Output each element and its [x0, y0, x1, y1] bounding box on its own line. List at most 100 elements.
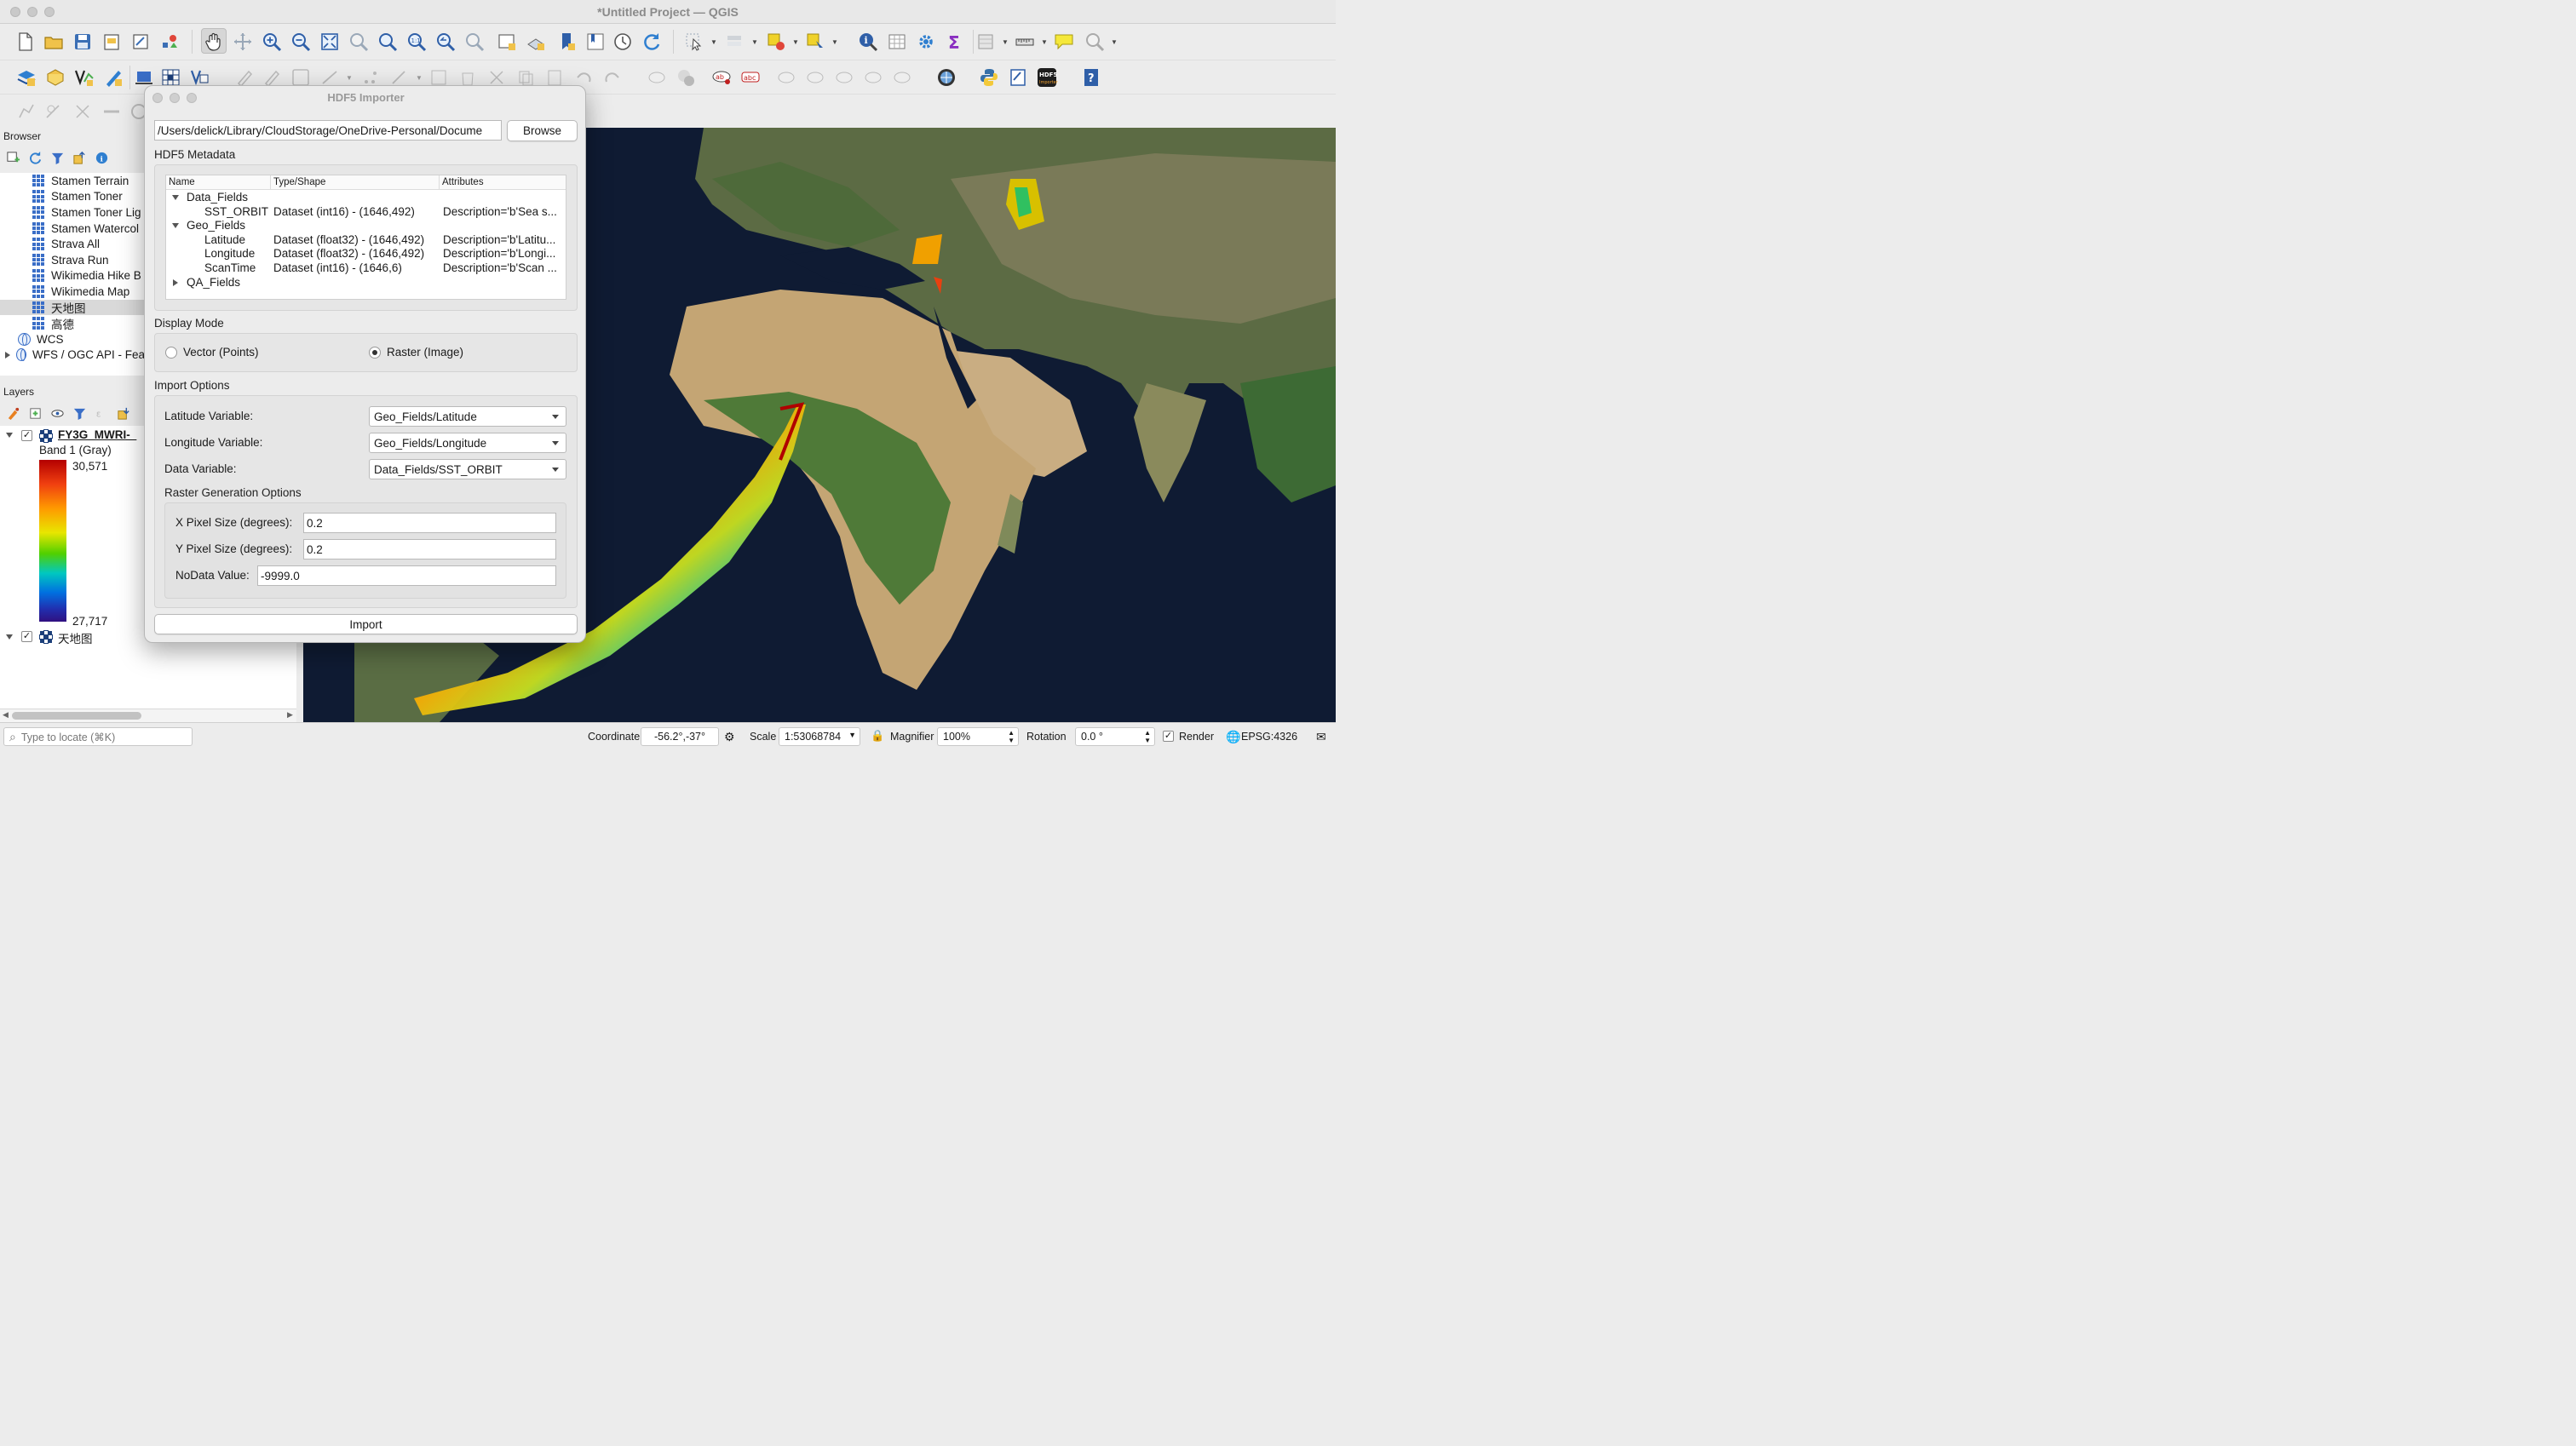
layer-visibility-checkbox[interactable]: ✓: [21, 430, 32, 441]
nodata-value-input[interactable]: -9999.0: [257, 565, 556, 586]
browser-item-tianditu[interactable]: 天地图: [0, 299, 145, 316]
expand-arrow-icon[interactable]: [5, 351, 10, 359]
browser-item-stamen-terrain[interactable]: Stamen Terrain: [0, 173, 145, 189]
zoom-to-layer-icon[interactable]: [375, 29, 400, 55]
render-checkbox[interactable]: ✓: [1163, 731, 1174, 742]
crs-button[interactable]: EPSG:4326: [1241, 731, 1297, 743]
new-map-view-icon[interactable]: [494, 29, 520, 55]
metasearch-icon[interactable]: [1005, 65, 1031, 90]
identify-features-icon[interactable]: i: [855, 29, 881, 55]
select-by-value-icon[interactable]: [722, 29, 748, 55]
expand-arrow-icon[interactable]: [173, 278, 178, 286]
zoom-in-icon[interactable]: [259, 29, 285, 55]
select-location-icon[interactable]: [802, 29, 828, 55]
help-icon[interactable]: ?: [1078, 65, 1104, 90]
redo-icon[interactable]: [600, 65, 625, 90]
attribute-table-icon[interactable]: [884, 29, 910, 55]
tree-row-longitude[interactable]: Longitude Dataset (float32) - (1646,492)…: [166, 247, 566, 261]
browser-item-stamen-toner-lite[interactable]: Stamen Toner Lig: [0, 204, 145, 221]
pan-to-selection-icon[interactable]: [230, 29, 256, 55]
select-features-icon[interactable]: [681, 29, 707, 55]
vector-points-radio[interactable]: [165, 347, 177, 359]
data-variable-combo[interactable]: Data_Fields/SST_ORBIT: [369, 459, 566, 479]
browser-item-gaode[interactable]: 高德: [0, 315, 145, 331]
column-header-attributes[interactable]: Attributes: [440, 175, 566, 190]
map-tips-icon[interactable]: [1051, 29, 1077, 55]
zoom-last-icon[interactable]: [433, 29, 458, 55]
filter-by-expression-icon[interactable]: ε: [94, 405, 109, 421]
manage-visibility-icon[interactable]: [49, 405, 65, 421]
filter-browser-icon[interactable]: [49, 150, 65, 165]
open-field-calculator-icon[interactable]: [973, 29, 998, 55]
add-vector-layer-icon[interactable]: [72, 65, 97, 90]
zoom-native-resolution-icon[interactable]: 1:1: [404, 29, 429, 55]
create-layer-icon[interactable]: [101, 65, 126, 90]
reshape-icon[interactable]: [99, 99, 124, 124]
rotation-field[interactable]: 0.0 ° ▲ ▼: [1075, 727, 1155, 746]
column-header-name[interactable]: Name: [166, 175, 271, 190]
x-pixel-size-input[interactable]: 0.2: [303, 513, 556, 533]
browser-item-strava-all[interactable]: Strava All: [0, 236, 145, 252]
tree-row-sst-orbit[interactable]: SST_ORBIT Dataset (int16) - (1646,492) D…: [166, 205, 566, 220]
file-path-field[interactable]: /Users/delick/Library/CloudStorage/OneDr…: [154, 120, 502, 141]
add-selected-layers-icon[interactable]: [5, 150, 20, 165]
layers-horizontal-scrollbar[interactable]: ◀ ▶: [0, 709, 296, 722]
pan-map-icon[interactable]: [201, 28, 227, 54]
processing-toolbox-icon[interactable]: [913, 29, 939, 55]
spinner-icon[interactable]: ▲ ▼: [1144, 729, 1151, 744]
move-label-icon[interactable]: [831, 65, 857, 90]
tree-row-data-fields[interactable]: Data_Fields: [166, 191, 566, 205]
measure-line-icon[interactable]: [1012, 29, 1038, 55]
pin-labels-icon[interactable]: [773, 65, 799, 90]
split-parts-icon[interactable]: [70, 99, 95, 124]
refresh-icon[interactable]: [639, 29, 664, 55]
toggle-extents-icon[interactable]: ⚙: [724, 730, 735, 744]
metadata-tree[interactable]: Name Type/Shape Attributes Data_Fields S…: [165, 175, 566, 300]
new-3d-map-view-icon[interactable]: [523, 29, 549, 55]
import-button[interactable]: Import: [154, 614, 578, 634]
label-toolbar-icon[interactable]: [644, 65, 670, 90]
tree-row-geo-fields[interactable]: Geo_Fields: [166, 219, 566, 233]
collapse-arrow-icon[interactable]: [172, 195, 179, 200]
browser-item-stamen-toner[interactable]: Stamen Toner: [0, 189, 145, 205]
messages-icon[interactable]: ✉: [1316, 730, 1326, 744]
zoom-full-icon[interactable]: [317, 29, 342, 55]
filter-legend-icon[interactable]: [72, 405, 87, 421]
browser-item-strava-run[interactable]: Strava Run: [0, 252, 145, 268]
collapse-arrow-icon[interactable]: [6, 433, 13, 438]
temporal-controller-icon[interactable]: [610, 29, 635, 55]
add-layer-icon[interactable]: [14, 65, 39, 90]
browser-item-stamen-watercolor[interactable]: Stamen Watercol: [0, 221, 145, 237]
layout-manager-icon[interactable]: [128, 29, 153, 55]
longitude-variable-combo[interactable]: Geo_Fields/Longitude: [369, 433, 566, 453]
raster-image-radio[interactable]: [369, 347, 381, 359]
properties-info-icon[interactable]: i: [94, 150, 109, 165]
style-layer-icon[interactable]: [5, 405, 20, 421]
rotate-label-icon[interactable]: [860, 65, 886, 90]
collapse-all-icon[interactable]: [72, 150, 87, 165]
locator-settings-icon[interactable]: [1082, 29, 1107, 55]
spinner-icon[interactable]: ▲ ▼: [1008, 729, 1015, 744]
y-pixel-size-input[interactable]: 0.2: [303, 539, 556, 559]
layer-visibility-checkbox[interactable]: ✓: [21, 631, 32, 642]
latitude-variable-combo[interactable]: Geo_Fields/Latitude: [369, 406, 566, 427]
zoom-out-icon[interactable]: [288, 29, 313, 55]
chevron-down-icon[interactable]: ▼: [848, 731, 856, 739]
shape-digitize-icon[interactable]: [14, 99, 39, 124]
scroll-left-icon[interactable]: ◀: [3, 710, 9, 720]
lock-scale-icon[interactable]: 🔒: [871, 729, 884, 743]
python-console-icon[interactable]: [976, 65, 1002, 90]
collapse-arrow-icon[interactable]: [172, 223, 179, 229]
browser-item-wikimedia-map[interactable]: Wikimedia Map: [0, 284, 145, 300]
scroll-right-icon[interactable]: ▶: [287, 710, 293, 720]
browse-button[interactable]: Browse: [507, 120, 578, 141]
hdf5-importer-icon[interactable]: HDF5 Importer: [1034, 65, 1060, 90]
zoom-next-icon[interactable]: [462, 29, 487, 55]
label-abc-icon[interactable]: abc: [738, 65, 763, 90]
add-database-layer-icon[interactable]: [43, 65, 68, 90]
layer-diagram-icon[interactable]: ab: [709, 65, 734, 90]
layer-labeling-icon[interactable]: [673, 65, 699, 90]
refresh-browser-icon[interactable]: [27, 150, 43, 165]
statistical-summary-icon[interactable]: Σ: [942, 29, 968, 55]
add-group-icon[interactable]: [27, 405, 43, 421]
